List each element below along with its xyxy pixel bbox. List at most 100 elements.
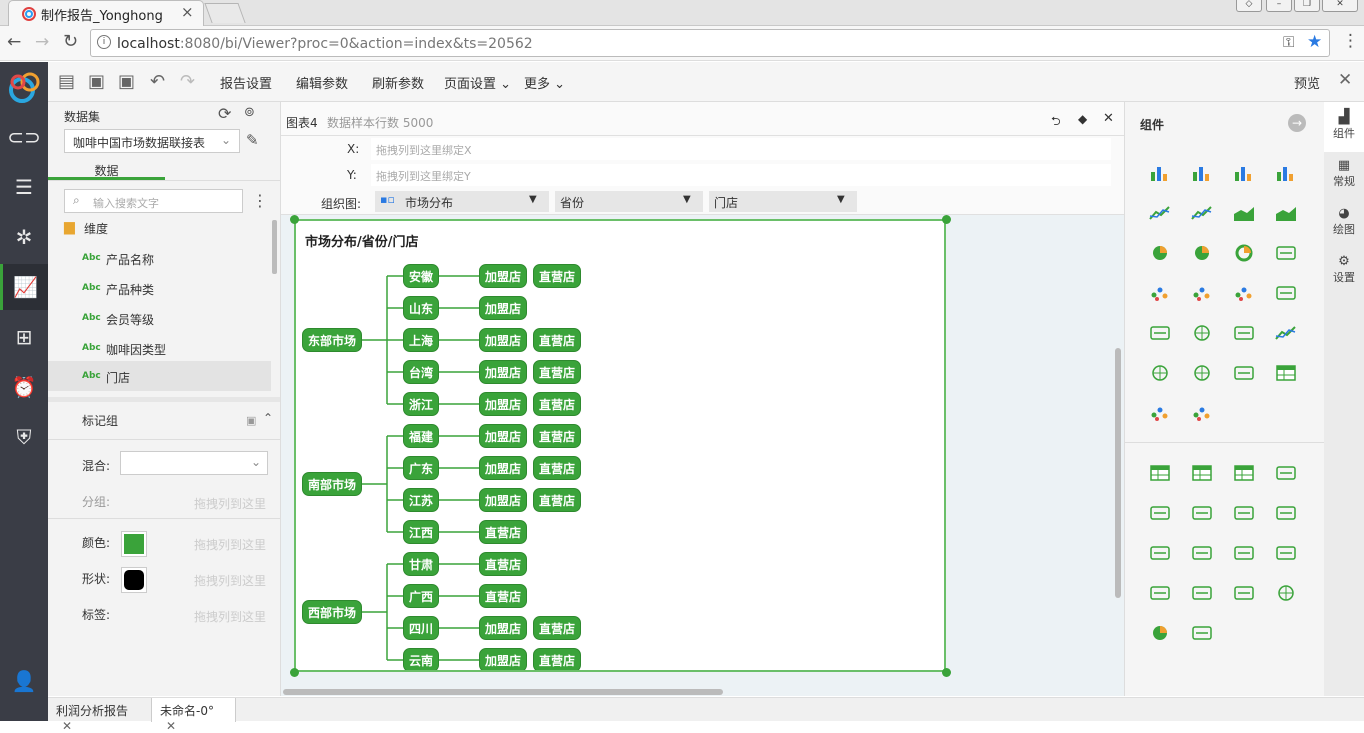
store-node[interactable]: 加盟店	[479, 456, 527, 480]
province-node[interactable]: 广东	[403, 456, 439, 480]
store-node[interactable]: 直营店	[533, 456, 581, 480]
eraser-icon[interactable]: ◆	[1078, 112, 1087, 126]
store-node[interactable]: 加盟店	[479, 616, 527, 640]
stacked-area-icon[interactable]	[1275, 204, 1297, 222]
url-field[interactable]: i localhost:8080/bi/Viewer?proc=0&action…	[90, 29, 1330, 57]
marks-settings-icon[interactable]: ▣	[246, 414, 256, 427]
combo-chart-icon[interactable]	[1275, 324, 1297, 342]
combo-box-icon[interactable]	[1191, 544, 1213, 562]
tree-filter-icon[interactable]	[1191, 504, 1213, 522]
store-node[interactable]: 加盟店	[479, 488, 527, 512]
pie-multi-icon[interactable]	[1191, 244, 1213, 262]
store-node[interactable]: 直营店	[479, 552, 527, 576]
y-drop-zone[interactable]: 拖拽列到这里绑定Y	[371, 164, 1111, 186]
tab-icon[interactable]	[1275, 544, 1297, 562]
group-drop-zone[interactable]: 拖拽列到这里	[194, 495, 266, 512]
close-icon[interactable]: ✕	[166, 719, 176, 733]
tab-drawing[interactable]: ◕ 绘图	[1324, 206, 1364, 246]
new-tab-button[interactable]	[204, 3, 246, 23]
scatter-map-icon[interactable]	[1191, 404, 1213, 422]
province-node[interactable]: 甘肃	[403, 552, 439, 576]
close-window-icon[interactable]: ✕	[1322, 0, 1358, 12]
field-item[interactable]: Abc 产品名称	[48, 245, 271, 275]
province-node[interactable]: 云南	[403, 648, 439, 670]
refresh-icon[interactable]: ⟳	[218, 104, 231, 123]
store-node[interactable]: 加盟店	[479, 360, 527, 384]
tab-settings[interactable]: ⚙ 设置	[1324, 254, 1364, 294]
store-node[interactable]: 直营店	[533, 328, 581, 352]
stacked-bar-multi-icon[interactable]	[1275, 164, 1297, 182]
user-icon[interactable]: ◇	[1236, 0, 1262, 12]
heat-map-icon[interactable]	[1149, 404, 1171, 422]
org-field-chip[interactable]: 门店 ▼	[709, 191, 857, 212]
store-node[interactable]: 直营店	[533, 616, 581, 640]
province-node[interactable]: 上海	[403, 328, 439, 352]
store-node[interactable]: 加盟店	[479, 392, 527, 416]
bar-chart-icon[interactable]	[1149, 164, 1171, 182]
market-node[interactable]: 南部市场	[302, 472, 362, 496]
text-input-icon[interactable]	[1233, 544, 1255, 562]
image-icon[interactable]	[1191, 584, 1213, 602]
more-button[interactable]: 更多 ⌄	[524, 73, 565, 92]
field-item[interactable]: Abc 门店	[48, 361, 271, 391]
redo-icon[interactable]: ↷	[180, 71, 195, 92]
province-node[interactable]: 四川	[403, 616, 439, 640]
report-settings-button[interactable]: 报告设置	[220, 73, 272, 92]
dot-plot-icon[interactable]	[1191, 284, 1213, 302]
heatmap-grid-icon[interactable]	[1275, 364, 1297, 382]
freeform-table-icon[interactable]	[1233, 464, 1255, 482]
multi-line-icon[interactable]	[1191, 204, 1213, 222]
list-filter-icon[interactable]	[1149, 504, 1171, 522]
market-node[interactable]: 西部市场	[302, 600, 362, 624]
org-field-chip[interactable]: ▪▫ 市场分布 ▼	[375, 191, 549, 212]
alarm-clock-icon[interactable]: ⏰	[0, 364, 48, 410]
org-field-chip[interactable]: 省份 ▼	[555, 191, 703, 212]
list-icon[interactable]: ☰	[0, 164, 48, 210]
user-avatar-icon[interactable]: 👤	[0, 658, 48, 704]
line-chart-icon[interactable]	[1149, 204, 1171, 222]
shape-swatch[interactable]	[121, 567, 147, 593]
back-icon[interactable]: ←	[7, 32, 21, 52]
close-tab-icon[interactable]: ×	[181, 3, 194, 21]
bubble-chart-icon[interactable]	[1233, 284, 1255, 302]
candlestick-icon[interactable]	[1275, 244, 1297, 262]
close-icon[interactable]: ✕	[62, 719, 72, 733]
scatter-icon[interactable]	[1149, 284, 1171, 302]
key-icon[interactable]: ⚿	[1283, 33, 1294, 51]
store-node[interactable]: 直营店	[533, 424, 581, 448]
dataset-select[interactable]: 咖啡中国市场数据联接表 ⌄	[64, 129, 240, 153]
dashboard-icon[interactable]: ⊞	[0, 314, 48, 360]
stacked-bar-icon[interactable]	[1191, 164, 1213, 182]
page-settings-button[interactable]: 页面设置 ⌄	[444, 73, 511, 92]
store-node[interactable]: 直营店	[533, 648, 581, 670]
reload-icon[interactable]: ↻	[63, 31, 78, 52]
menu-icon[interactable]: ⋮	[1342, 31, 1359, 51]
map-icon[interactable]	[1191, 324, 1213, 342]
field-item[interactable]: Abc 会员等级	[48, 305, 271, 335]
province-node[interactable]: 福建	[403, 424, 439, 448]
map-pin-icon[interactable]	[1191, 364, 1213, 382]
network-icon[interactable]: ✲	[0, 214, 48, 260]
store-node[interactable]: 加盟店	[479, 424, 527, 448]
pie-chart-icon[interactable]	[1149, 244, 1171, 262]
swap-icon[interactable]: ⮌	[1051, 112, 1061, 133]
folder-icon[interactable]	[1149, 584, 1171, 602]
province-node[interactable]: 山东	[403, 296, 439, 320]
store-node[interactable]: 加盟店	[479, 296, 527, 320]
province-node[interactable]: 台湾	[403, 360, 439, 384]
org-chart-icon[interactable]	[1233, 364, 1255, 382]
tab-data[interactable]: 数据	[48, 158, 165, 180]
gauge-icon[interactable]	[1149, 624, 1171, 642]
store-node[interactable]: 直营店	[479, 584, 527, 608]
grouped-bar-icon[interactable]	[1233, 164, 1255, 182]
shape-drop-zone[interactable]: 拖拽列到这里	[194, 572, 266, 589]
store-node[interactable]: 加盟店	[479, 264, 527, 288]
tag-drop-zone[interactable]: 拖拽列到这里	[194, 608, 266, 625]
folder-dimension[interactable]: 维度	[84, 220, 108, 237]
edit-params-button[interactable]: 编辑参数	[296, 73, 348, 92]
close-icon[interactable]: ✕	[1103, 111, 1114, 126]
scrollbar[interactable]	[272, 220, 277, 274]
field-item[interactable]: Abc 产品种类	[48, 275, 271, 305]
range-slider-icon[interactable]	[1233, 504, 1255, 522]
report-chart-icon[interactable]: 📈	[0, 264, 48, 310]
